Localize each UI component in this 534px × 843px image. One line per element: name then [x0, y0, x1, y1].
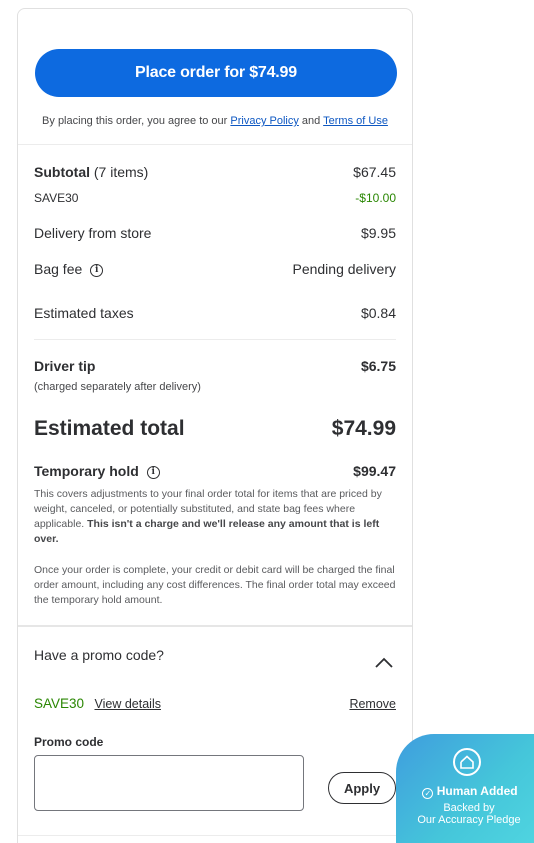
delivery-label: Delivery from store	[34, 225, 152, 241]
taxes-label: Estimated taxes	[34, 305, 134, 321]
subtotal-row: Subtotal (7 items) $67.45	[34, 164, 396, 180]
taxes-row: Estimated taxes $0.84	[34, 305, 396, 321]
place-order-button[interactable]: Place order for $74.99	[35, 49, 397, 97]
badge-subtitle: Backed by	[443, 802, 495, 814]
promo-code-label: Promo code	[34, 735, 104, 749]
delivery-row: Delivery from store $9.95	[34, 225, 396, 241]
bag-fee-value: Pending delivery	[292, 261, 396, 277]
agreement-and: and	[301, 115, 321, 127]
promo-header[interactable]: Have a promo code?	[34, 647, 396, 663]
temporary-hold-label: Temporary hold	[34, 463, 139, 479]
agreement-prefix: By placing this order, you agree to our	[42, 115, 228, 127]
applied-promo-code: SAVE30	[34, 696, 85, 711]
promo-question: Have a promo code?	[34, 647, 164, 663]
remove-promo-link[interactable]: Remove	[349, 697, 396, 711]
estimated-total-row: Estimated total $74.99	[34, 417, 396, 441]
coupon-value: -$10.00	[355, 191, 396, 205]
subtotal-items: (7 items)	[93, 164, 149, 180]
divider	[34, 339, 396, 340]
subtotal-label: Subtotal	[34, 164, 90, 180]
promo-code-input[interactable]	[34, 755, 304, 811]
driver-tip-value: $6.75	[360, 358, 396, 374]
charge-description: Once your order is complete, your credit…	[34, 564, 396, 606]
driver-tip-note: (charged separately after delivery)	[34, 381, 201, 393]
temporary-hold-value: $99.47	[353, 463, 396, 479]
section-divider	[18, 625, 412, 627]
coupon-row: SAVE30 -$10.00	[34, 191, 396, 205]
terms-of-use-link[interactable]: Terms of Use	[323, 115, 388, 127]
taxes-value: $0.84	[360, 305, 396, 321]
bag-fee-row: Bag fee i Pending delivery	[34, 261, 396, 277]
apply-promo-button[interactable]: Apply	[328, 772, 396, 804]
badge-title: Human Added	[436, 784, 518, 798]
house-icon	[453, 748, 481, 776]
driver-tip-row: Driver tip $6.75	[34, 358, 396, 374]
chevron-up-icon[interactable]	[374, 655, 394, 671]
agreement-text: By placing this order, you agree to our …	[18, 115, 412, 127]
info-icon[interactable]: i	[90, 263, 104, 277]
info-icon[interactable]: i	[146, 465, 160, 479]
order-summary-card: Place order for $74.99 By placing this o…	[17, 8, 413, 843]
delivery-value: $9.95	[360, 225, 396, 241]
hold-text-bold: This isn't a charge and we'll release an…	[34, 518, 380, 545]
driver-tip-label: Driver tip	[34, 358, 96, 374]
estimated-total-value: $74.99	[331, 417, 396, 440]
temporary-hold-description: This covers adjustments to your final or…	[34, 487, 396, 547]
coupon-label: SAVE30	[34, 191, 79, 205]
badge-pledge: Our Accuracy Pledge	[417, 814, 521, 826]
view-details-link[interactable]: View details	[95, 697, 161, 711]
privacy-policy-link[interactable]: Privacy Policy	[230, 115, 298, 127]
promo-input-label-row: Promo code	[34, 735, 396, 749]
divider	[18, 835, 412, 836]
subtotal-value: $67.45	[353, 164, 396, 180]
accuracy-pledge-badge[interactable]: ✓ Human Added Backed by Our Accuracy Ple…	[396, 734, 534, 843]
bag-fee-label: Bag fee	[34, 261, 83, 277]
divider	[18, 144, 412, 145]
temporary-hold-row: Temporary hold i $99.47	[34, 463, 396, 479]
applied-promo-row: SAVE30 View details Remove	[34, 695, 396, 713]
estimated-total-label: Estimated total	[34, 417, 185, 440]
check-circle-icon: ✓	[422, 788, 434, 799]
